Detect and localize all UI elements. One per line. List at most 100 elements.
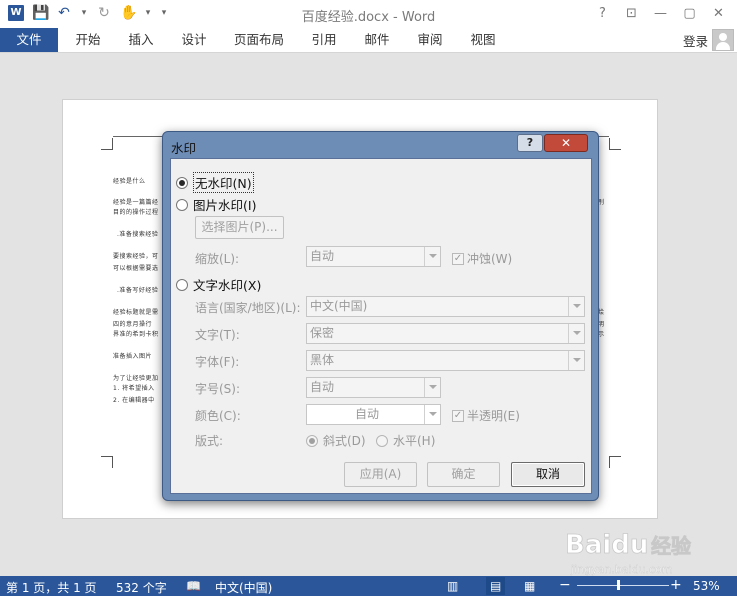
doc-line: 要搜索经验，可 xyxy=(113,253,159,260)
tab-view[interactable]: 视图 xyxy=(461,28,505,52)
baidu-jingyan-watermark: Baidu 经验 jingyan.baidu.com xyxy=(563,515,703,585)
dialog-title: 水印 xyxy=(171,141,197,156)
semitransparent-option[interactable]: ✓ 半透明(E) xyxy=(452,407,520,424)
minimize-icon[interactable]: — xyxy=(646,4,675,24)
dialog-body: 无水印(N) 图片水印(I) 选择图片(P)... 缩放(L): 自动 ✓ 冲蚀… xyxy=(170,158,592,494)
font-value: 黑体 xyxy=(310,353,335,367)
chevron-down-icon xyxy=(568,297,584,316)
dialog-close-button[interactable]: ✕ xyxy=(544,134,588,152)
text-watermark-option[interactable]: 文字水印(X) xyxy=(176,275,261,294)
text-value: 保密 xyxy=(310,326,335,340)
doc-line: 四的意月操行 xyxy=(113,321,153,328)
radio-picture-watermark[interactable] xyxy=(176,198,188,211)
doc-line: 目的的操作过程 xyxy=(113,209,159,216)
print-layout-icon[interactable]: ▤ xyxy=(486,577,506,595)
semitransparent-label: 半透明(E) xyxy=(467,409,520,423)
margin-corner-top-left xyxy=(101,138,113,150)
tab-design[interactable]: 设计 xyxy=(172,28,216,52)
language-status[interactable]: 中文(中国) xyxy=(215,579,272,596)
color-value: 自动 xyxy=(354,407,379,421)
diagonal-option[interactable]: 斜式(D) xyxy=(306,432,366,449)
margin-corner-top-right xyxy=(609,138,621,150)
scale-value: 自动 xyxy=(310,249,335,263)
no-watermark-option[interactable]: 无水印(N) xyxy=(176,172,254,193)
text-watermark-label: 文字水印(X) xyxy=(193,278,262,293)
doc-line: 为了让经验更加 xyxy=(113,375,159,382)
login-link[interactable]: 登录 xyxy=(683,31,708,50)
text-select[interactable]: 保密 xyxy=(306,323,585,344)
doc-line: 经验是什么 xyxy=(113,178,146,185)
horizontal-option[interactable]: 水平(H) xyxy=(376,432,435,449)
picture-watermark-option[interactable]: 图片水印(I) xyxy=(176,195,256,214)
radio-no-watermark[interactable] xyxy=(176,176,188,189)
ribbon-tabs: 文件 开始 插入 设计 页面布局 引用 邮件 审阅 视图 登录 xyxy=(0,28,737,53)
doc-line: 可以根据需要选 xyxy=(113,265,159,272)
read-mode-icon[interactable]: ▥ xyxy=(447,579,458,593)
doc-line: .准备搜索经验 xyxy=(117,231,159,238)
size-label: 字号(S): xyxy=(195,382,241,396)
ok-button[interactable]: 确定 xyxy=(427,462,500,487)
radio-diagonal[interactable] xyxy=(306,434,318,447)
language-value: 中文(中国) xyxy=(310,299,368,313)
size-value: 自动 xyxy=(310,380,335,394)
ribbon-display-icon[interactable]: ⊡ xyxy=(617,4,646,24)
scale-label: 缩放(L): xyxy=(195,252,240,266)
dialog-help-button[interactable]: ? xyxy=(517,134,543,152)
radio-text-watermark[interactable] xyxy=(176,278,188,291)
close-window-icon[interactable]: ✕ xyxy=(704,4,733,24)
font-select[interactable]: 黑体 xyxy=(306,350,585,371)
scale-select[interactable]: 自动 xyxy=(306,246,441,267)
chevron-down-icon xyxy=(568,324,584,343)
washout-label: 冲蚀(W) xyxy=(467,252,513,266)
page-count[interactable]: 第 1 页，共 1 页 xyxy=(6,579,97,596)
baidu-url-text: jingyan.baidu.com xyxy=(570,563,673,576)
help-icon[interactable]: ? xyxy=(588,4,617,24)
margin-corner-bottom-right xyxy=(609,456,621,468)
apply-button[interactable]: 应用(A) xyxy=(344,462,417,487)
doc-line: 经验标题就是需 xyxy=(113,309,159,316)
language-select[interactable]: 中文(中国) xyxy=(306,296,585,317)
tab-mailings[interactable]: 邮件 xyxy=(355,28,399,52)
semitransparent-checkbox[interactable]: ✓ xyxy=(452,409,464,422)
washout-option[interactable]: ✓ 冲蚀(W) xyxy=(452,250,512,267)
select-picture-button[interactable]: 选择图片(P)... xyxy=(195,216,284,239)
baidu-brand-cn-text: 经验 xyxy=(651,534,691,558)
cancel-button[interactable]: 取消 xyxy=(511,462,585,487)
chevron-down-icon xyxy=(568,351,584,370)
word-count[interactable]: 532 个字 xyxy=(116,579,167,596)
doc-line: 界准的希到卡积 xyxy=(113,331,159,338)
tab-file[interactable]: 文件 xyxy=(0,28,58,52)
doc-line: 准备插入图片 xyxy=(113,353,153,360)
doc-line: 1. 将希望插入 xyxy=(113,385,155,392)
radio-horizontal[interactable] xyxy=(376,434,388,447)
tab-insert[interactable]: 插入 xyxy=(119,28,163,52)
color-select[interactable]: 自动 xyxy=(306,404,441,425)
text-label: 文字(T): xyxy=(195,328,240,342)
language-label: 语言(国家/地区)(L): xyxy=(195,301,301,315)
baidu-brand-text: Baidu xyxy=(565,530,648,560)
tab-references[interactable]: 引用 xyxy=(302,28,346,52)
window-controls: ? ⊡ — ▢ ✕ xyxy=(588,4,733,24)
web-layout-icon[interactable]: ▦ xyxy=(524,579,535,593)
size-select[interactable]: 自动 xyxy=(306,377,441,398)
horizontal-label: 水平(H) xyxy=(393,434,436,448)
font-label: 字体(F): xyxy=(195,355,240,369)
chevron-down-icon xyxy=(424,247,440,266)
baidu-paw-logo: Baidu 经验 jingyan.baidu.com xyxy=(565,530,692,577)
no-watermark-label: 无水印(N) xyxy=(193,172,254,193)
tab-home[interactable]: 开始 xyxy=(66,28,110,52)
picture-watermark-label: 图片水印(I) xyxy=(193,198,257,213)
tab-review[interactable]: 审阅 xyxy=(408,28,452,52)
washout-checkbox[interactable]: ✓ xyxy=(452,252,464,265)
margin-corner-bottom-left xyxy=(101,456,113,468)
color-label: 颜色(C): xyxy=(195,409,241,423)
avatar[interactable] xyxy=(712,29,734,51)
restore-icon[interactable]: ▢ xyxy=(675,4,704,24)
layout-label: 版式: xyxy=(195,434,224,448)
watermark-dialog: 水印 ? ✕ 无水印(N) 图片水印(I) 选择图片(P)... 缩放(L): … xyxy=(162,131,599,501)
proofing-icon[interactable]: 📖 xyxy=(186,579,201,593)
title-bar: W 💾 ↶ ▾ ↻ ✋ ▾ ▾ 百度经验.docx - Word ? ⊡ — ▢… xyxy=(0,0,737,28)
doc-line: 2. 在编辑器中 xyxy=(113,397,155,404)
zoom-slider[interactable] xyxy=(577,585,669,586)
tab-page-layout[interactable]: 页面布局 xyxy=(229,28,289,52)
